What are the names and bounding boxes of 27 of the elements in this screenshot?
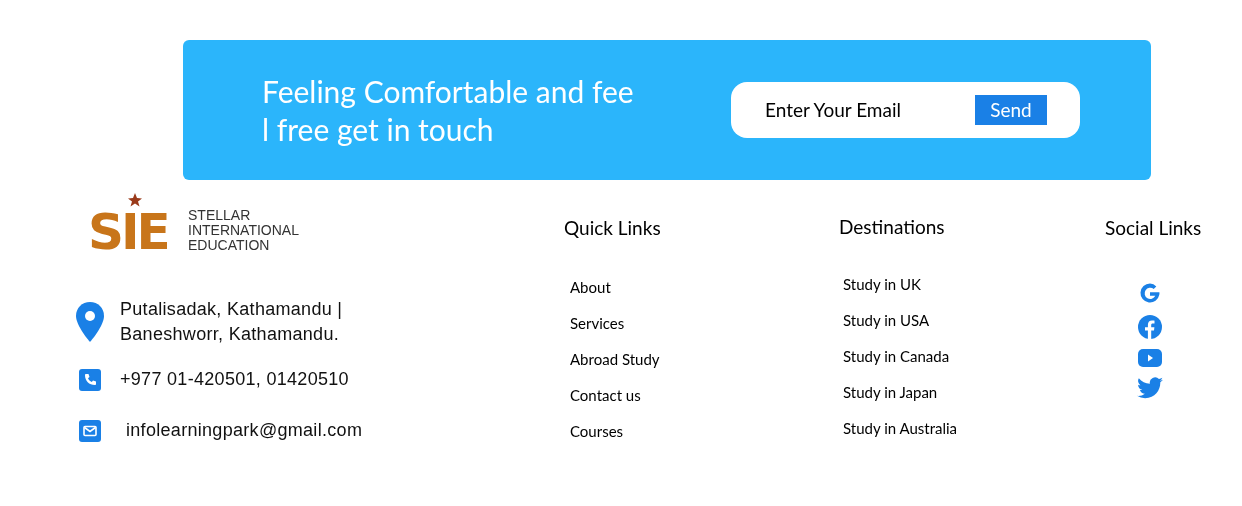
send-button[interactable]: Send xyxy=(975,95,1047,125)
footer-link[interactable]: Study in Japan xyxy=(843,380,938,403)
footer-link[interactable]: Contact us xyxy=(570,383,641,406)
footer-link[interactable]: Services xyxy=(570,311,625,334)
logo-text: STELLAR INTERNATIONAL EDUCATION xyxy=(188,205,299,253)
email-icon xyxy=(79,419,101,442)
location-pin-icon xyxy=(76,302,104,342)
footer-link[interactable]: About xyxy=(570,275,611,298)
phone-number: +977 01-420501, 01420510 xyxy=(120,368,349,391)
footer-link[interactable]: Study in UK xyxy=(843,272,921,295)
footer-link[interactable]: Study in Australia xyxy=(843,416,958,439)
column-heading: Destinations xyxy=(839,214,946,240)
banner-heading: Feeling Comfortable and fee l free get in touch xyxy=(262,72,635,148)
column-heading: Quick Links xyxy=(564,215,662,241)
address-text: Putalisadak, Kathamandu | Baneshworr, Kathamandu. xyxy=(120,298,343,346)
footer-link[interactable]: Study in USA xyxy=(843,308,930,331)
footer-link[interactable]: Courses xyxy=(570,419,624,442)
phone-icon xyxy=(79,368,101,391)
email-address: infolearningpark@gmail.com xyxy=(126,419,363,442)
footer-link[interactable]: Abroad Study xyxy=(570,347,660,370)
footer-link[interactable]: Study in Canada xyxy=(843,344,950,367)
facebook-icon[interactable] xyxy=(1138,314,1162,339)
logo-mark: SIE xyxy=(88,193,184,257)
bird-icon[interactable] xyxy=(1137,376,1163,399)
column-heading: Social Links xyxy=(1105,215,1203,241)
email-field[interactable]: Enter Your Email Send xyxy=(731,82,1080,138)
video-play-icon[interactable] xyxy=(1138,348,1162,367)
